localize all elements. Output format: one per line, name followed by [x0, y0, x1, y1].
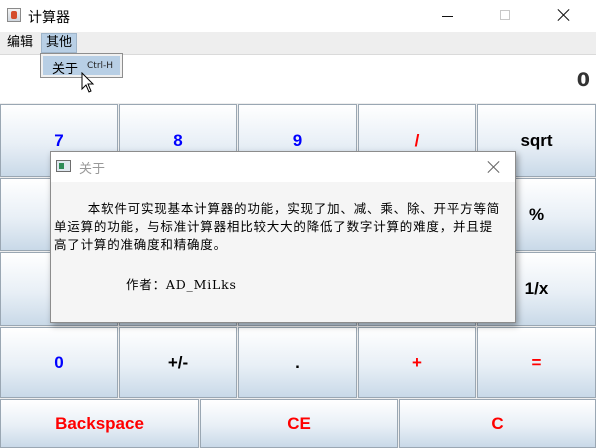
close-button[interactable] — [541, 0, 587, 32]
key-label: + — [412, 352, 422, 372]
key-label: . — [295, 352, 300, 372]
java-app-icon — [7, 8, 21, 22]
menu-other[interactable]: 其他 — [41, 33, 78, 53]
menu-item-about-shortcut: Ctrl-H — [87, 61, 114, 71]
key-label: 7 — [54, 130, 64, 150]
dialog-title: 关于 — [79, 162, 106, 177]
key-decimal[interactable]: . — [238, 327, 357, 398]
title-bar: 计算器 — [0, 0, 596, 32]
mouse-cursor-icon — [81, 72, 95, 93]
minimize-button[interactable] — [425, 0, 471, 32]
key-label: Backspace — [55, 413, 144, 433]
maximize-icon — [500, 10, 510, 20]
dialog-author: 作者：AD_MiLks — [126, 277, 237, 292]
menu-edit[interactable]: 编辑 — [3, 34, 37, 52]
key-label: 8 — [173, 130, 183, 150]
minimize-icon — [442, 16, 453, 17]
dialog-app-icon — [56, 160, 71, 172]
about-dialog: 关于 本软件可实现基本计算器的功能，实现了加、减、乘、除、开平方等简单运算的功能… — [50, 151, 516, 323]
key-label: CE — [287, 413, 311, 433]
key-label: +/- — [167, 352, 189, 372]
key-negate[interactable]: +/- — [119, 327, 237, 398]
dialog-description: 本软件可实现基本计算器的功能，实现了加、减、乘、除、开平方等简单运算的功能，与标… — [54, 201, 501, 252]
key-label: 9 — [292, 130, 303, 150]
maximize-button[interactable] — [483, 0, 529, 32]
key-equals[interactable]: = — [477, 327, 596, 398]
key-label: 0 — [54, 352, 64, 372]
key-label: C — [491, 413, 504, 433]
calculator-window: 计算器 编辑 其他 0 7 8 9 / sqrt % 1/x 0 +/- . +… — [0, 0, 596, 448]
key-label: sqrt — [520, 130, 553, 150]
key-ce[interactable]: CE — [200, 399, 398, 448]
dialog-close-icon[interactable] — [487, 160, 501, 174]
key-label: = — [531, 352, 542, 372]
menu-bar: 编辑 其他 — [0, 32, 596, 55]
key-plus[interactable]: + — [358, 327, 476, 398]
key-backspace[interactable]: Backspace — [0, 399, 199, 448]
menu-item-about-label: 关于 — [52, 62, 79, 77]
display-value: 0 — [576, 69, 590, 91]
key-0[interactable]: 0 — [0, 327, 118, 398]
dialog-title-bar: 关于 — [51, 152, 515, 182]
close-icon — [557, 8, 571, 22]
window-title: 计算器 — [28, 10, 70, 26]
key-label: / — [414, 130, 420, 150]
key-c[interactable]: C — [399, 399, 596, 448]
